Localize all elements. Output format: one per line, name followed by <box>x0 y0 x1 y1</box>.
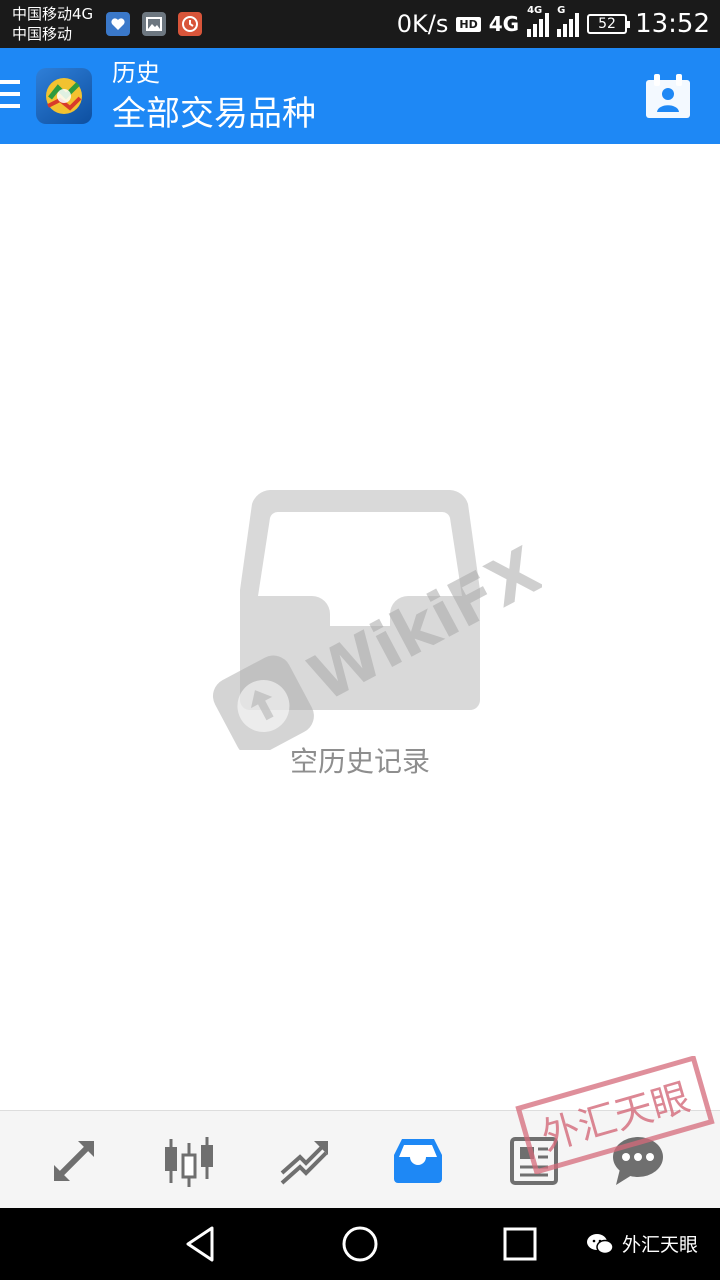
tab-history[interactable] <box>390 1133 446 1189</box>
signal-icon-secondary: G <box>557 5 580 37</box>
tab-trade[interactable] <box>276 1133 332 1189</box>
tab-quotes[interactable] <box>46 1133 102 1189</box>
chart-trend-icon <box>280 1141 328 1185</box>
metatrader-logo[interactable] <box>36 68 92 124</box>
contact-card-icon[interactable] <box>644 72 692 120</box>
menu-icon[interactable] <box>0 80 20 108</box>
tab-charts[interactable] <box>161 1133 217 1189</box>
battery-level: 52 <box>598 16 616 32</box>
clock-app-icon <box>178 12 202 36</box>
wechat-account-name: 外汇天眼 <box>621 1234 698 1256</box>
signal-network-label: 4G <box>527 5 543 16</box>
home-icon[interactable] <box>340 1224 380 1264</box>
stamp-watermark: 外汇天眼 <box>515 1056 715 1174</box>
wikifx-watermark: WikiFX <box>212 534 542 750</box>
status-indicators: 0K/s HD 4G 4G G 52 13:52 <box>396 5 710 42</box>
network-type-label: 4G <box>488 12 520 36</box>
candlestick-icon <box>165 1137 213 1187</box>
carrier-primary: 中国移动4G <box>12 5 94 23</box>
network-speed: 0K/s <box>396 10 449 38</box>
wechat-account-label: 外汇天眼 <box>586 1230 698 1257</box>
wechat-icon <box>586 1233 614 1254</box>
clock-time: 13:52 <box>635 9 710 39</box>
hd-badge: HD <box>456 16 481 32</box>
health-app-icon <box>106 12 130 36</box>
page-title: 历史 <box>112 59 160 87</box>
back-icon[interactable] <box>180 1224 220 1264</box>
gallery-app-icon <box>142 12 166 36</box>
stamp-text: 外汇天眼 <box>536 1075 694 1159</box>
watermark-text: WikiFX <box>298 534 542 717</box>
status-bar: 中国移动4G 中国移动 0K/s HD 4G 4G G 52 13:52 <box>0 0 720 48</box>
battery-icon: 52 <box>587 14 631 34</box>
recents-icon[interactable] <box>500 1224 540 1264</box>
symbol-filter-title[interactable]: 全部交易品种 <box>112 92 316 136</box>
trade-arrows-icon <box>53 1140 95 1182</box>
carrier-secondary: 中国移动 <box>12 25 73 43</box>
signal-secondary-network-label: G <box>557 5 566 16</box>
carrier-info: 中国移动4G 中国移动 <box>12 4 93 44</box>
inbox-history-icon <box>394 1139 442 1183</box>
system-nav-bar: 外汇天眼 <box>0 1208 720 1280</box>
signal-icon: 4G <box>527 5 550 37</box>
app-bar: 历史 全部交易品种 <box>0 48 720 144</box>
